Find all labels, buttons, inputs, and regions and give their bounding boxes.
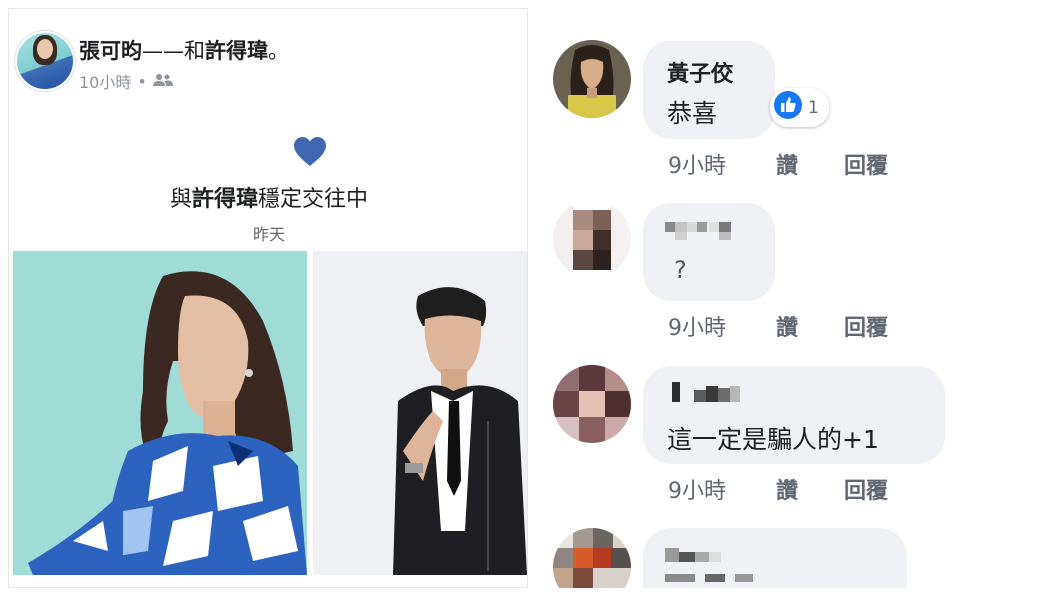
comment-timestamp[interactable]: 9小時 bbox=[668, 148, 726, 180]
comment-actions: 9小時 讚 回覆 bbox=[668, 473, 968, 505]
life-event-text: 與許得瑋穩定交往中 bbox=[9, 181, 527, 213]
post-timestamp[interactable]: 10小時 bbox=[79, 69, 131, 93]
commenter-avatar[interactable] bbox=[553, 528, 631, 588]
comment-actions: 9小時 讚 回覆 bbox=[668, 310, 968, 342]
reply-button[interactable]: 回覆 bbox=[844, 148, 888, 180]
commenter-name-link[interactable]: 黃子佼 bbox=[667, 56, 733, 88]
title-connector: ——和 bbox=[142, 39, 205, 63]
commenter-avatar[interactable] bbox=[553, 365, 631, 443]
title-end: 。 bbox=[268, 39, 289, 63]
photo-woman[interactable] bbox=[13, 251, 307, 575]
life-event-partner-link[interactable]: 許得瑋 bbox=[192, 187, 258, 212]
comment-text: 恭喜 bbox=[667, 99, 718, 128]
like-button[interactable]: 讚 bbox=[776, 473, 798, 505]
reaction-count-badge[interactable]: 1 bbox=[770, 88, 829, 127]
tagged-name-link[interactable]: 許得瑋 bbox=[205, 39, 268, 63]
post-meta: 10小時 • bbox=[79, 69, 173, 93]
author-name-link[interactable]: 張可昀 bbox=[79, 39, 142, 63]
meta-dot: • bbox=[137, 71, 147, 91]
reply-button[interactable]: 回覆 bbox=[844, 473, 888, 505]
life-event-date: 昨天 bbox=[252, 225, 285, 244]
post-title: 張可昀——和許得瑋。 bbox=[79, 35, 289, 65]
comment-timestamp[interactable]: 9小時 bbox=[668, 473, 726, 505]
pixelated-name bbox=[665, 544, 755, 588]
comments-panel: 黃子佼 恭喜 1 9小時 讚 回覆 ? 9小時 讚 回覆 這一定是騙人的+1 9… bbox=[530, 8, 1052, 588]
comment-text: ? bbox=[674, 256, 687, 284]
life-event-suffix: 穩定交往中 bbox=[258, 187, 369, 212]
friends-icon[interactable] bbox=[152, 72, 173, 91]
like-button[interactable]: 讚 bbox=[776, 310, 798, 342]
reply-button[interactable]: 回覆 bbox=[844, 310, 888, 342]
life-event-prefix: 與 bbox=[169, 187, 192, 212]
comment-timestamp[interactable]: 9小時 bbox=[668, 310, 726, 342]
commenter-avatar[interactable] bbox=[553, 40, 631, 118]
comment-actions: 9小時 讚 回覆 bbox=[668, 148, 968, 180]
commenter-avatar[interactable] bbox=[553, 200, 631, 278]
comment-text: 這一定是騙人的+1 bbox=[667, 425, 879, 454]
pixelated-name bbox=[672, 380, 752, 410]
heart-icon bbox=[294, 137, 326, 173]
pixelated-name bbox=[665, 218, 745, 248]
like-reaction-icon bbox=[774, 91, 802, 124]
like-button[interactable]: 讚 bbox=[776, 148, 798, 180]
author-avatar[interactable] bbox=[15, 31, 75, 91]
photo-man[interactable] bbox=[313, 251, 527, 575]
facebook-post: 張可昀——和許得瑋。 10小時 • 與許得瑋穩定交往中 昨天 bbox=[8, 8, 528, 588]
reaction-count: 1 bbox=[808, 97, 819, 118]
